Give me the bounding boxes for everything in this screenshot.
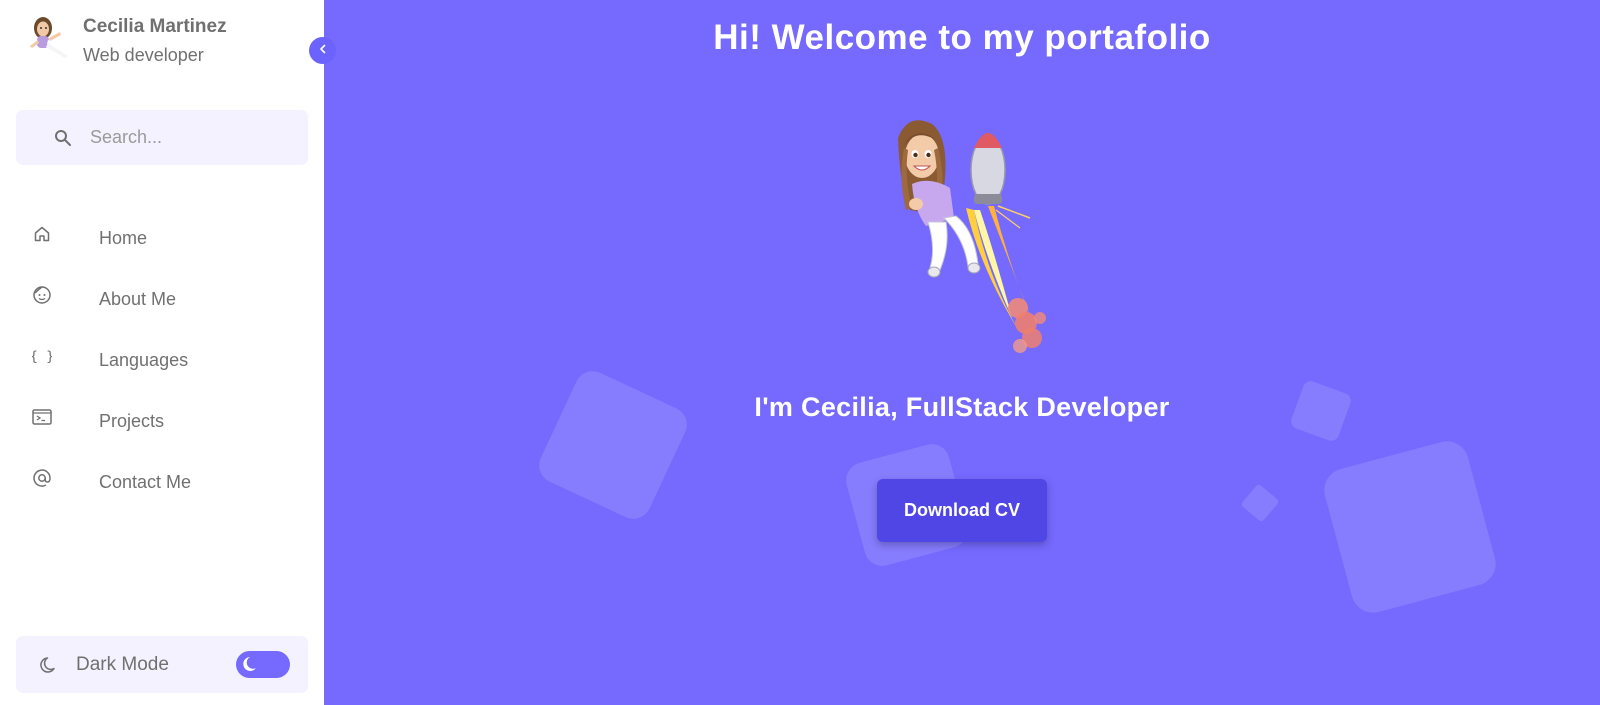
decorative-square [533,365,693,525]
decorative-square [1319,436,1501,618]
smiley-icon [32,285,52,305]
hero-subtitle: I'm Cecilia, FullStack Developer [754,392,1170,422]
dark-mode-toggle[interactable] [236,651,290,678]
moon-knob-icon [242,655,261,674]
sidebar-item-label: About Me [99,289,177,309]
chevron-left-icon [317,42,329,60]
sidebar-item-about-me[interactable]: About Me [0,271,324,332]
decorative-square [1240,483,1280,523]
sidebar-item-home[interactable]: Home [0,210,324,271]
avatar [26,16,72,62]
at-icon [32,468,52,488]
braces-icon: { } [32,346,52,366]
profile-header: Cecilia Martinez Web developer [26,16,227,66]
search-box[interactable] [16,110,308,165]
profile-role: Web developer [83,45,204,65]
sidebar-item-contact-me[interactable]: Contact Me [0,454,324,515]
rocket-girl-illustration [870,118,1070,368]
sidebar-item-label: Projects [99,411,165,431]
svg-text:{ }: { } [32,349,52,365]
sidebar-item-languages[interactable]: { } Languages [0,332,324,393]
download-cv-button[interactable]: Download CV [877,479,1047,542]
moon-icon [38,654,60,676]
page-title: Hi! Welcome to my portafolio [713,18,1211,57]
search-input[interactable] [90,127,280,148]
home-icon [32,224,52,244]
sidebar-item-projects[interactable]: Projects [0,393,324,454]
sidebar-nav: Home About Me { } Languages Projects Con… [0,210,324,515]
sidebar: Cecilia Martinez Web developer Home Abou… [0,0,324,705]
sidebar-item-label: Contact Me [99,472,192,492]
main-content: Hi! Welcome to my portafolio I'm Cecilia… [324,0,1600,705]
search-icon [54,128,74,148]
profile-name: Cecilia Martinez [83,16,227,37]
terminal-icon [32,407,52,427]
sidebar-item-label: Languages [99,350,189,370]
sidebar-collapse-button[interactable] [309,37,336,64]
sidebar-item-label: Home [99,228,148,248]
dark-mode-label: Dark Mode [76,653,169,675]
dark-mode-panel: Dark Mode [16,636,308,693]
